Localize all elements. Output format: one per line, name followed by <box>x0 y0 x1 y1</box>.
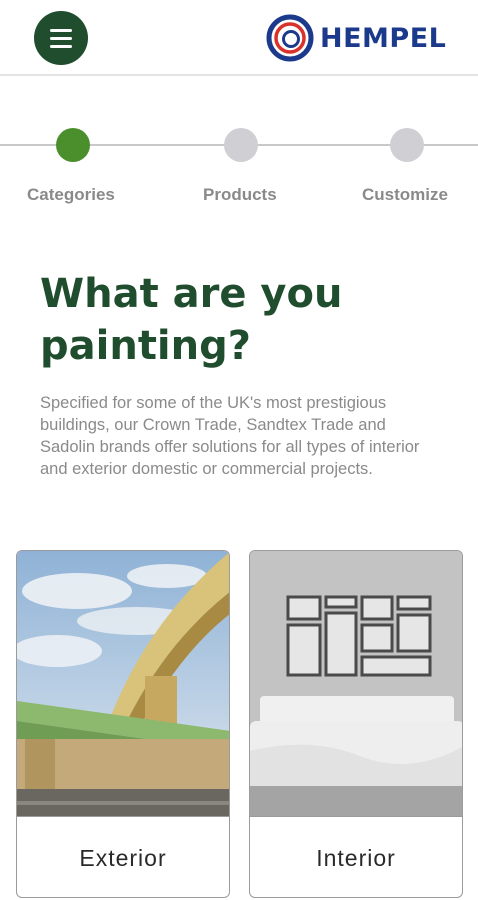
step-label-customize[interactable]: Customize <box>362 185 448 205</box>
page-title: What are you painting? <box>40 271 343 369</box>
progress-stepper: Categories Products Customize <box>0 120 478 210</box>
category-card-exterior[interactable]: Exterior <box>16 550 230 898</box>
category-label-exterior: Exterior <box>79 844 167 871</box>
category-label-interior: Interior <box>316 844 396 871</box>
step-dot-products[interactable] <box>224 128 258 162</box>
category-card-interior[interactable]: Interior <box>249 550 463 898</box>
step-dot-customize[interactable] <box>390 128 424 162</box>
page-description: Specified for some of the UK's most pres… <box>40 394 420 478</box>
app-header: HEMPEL <box>0 0 478 76</box>
exterior-image <box>17 551 229 817</box>
hempel-logo[interactable]: HEMPEL <box>266 14 446 62</box>
step-label-products[interactable]: Products <box>203 185 277 205</box>
menu-button[interactable] <box>34 11 88 65</box>
hempel-logo-icon <box>266 14 314 62</box>
hamburger-menu-icon <box>50 29 72 32</box>
step-label-categories[interactable]: Categories <box>27 185 115 205</box>
step-dot-categories[interactable] <box>56 128 90 162</box>
interior-image <box>250 551 462 817</box>
brand-name: HEMPEL <box>320 22 447 54</box>
